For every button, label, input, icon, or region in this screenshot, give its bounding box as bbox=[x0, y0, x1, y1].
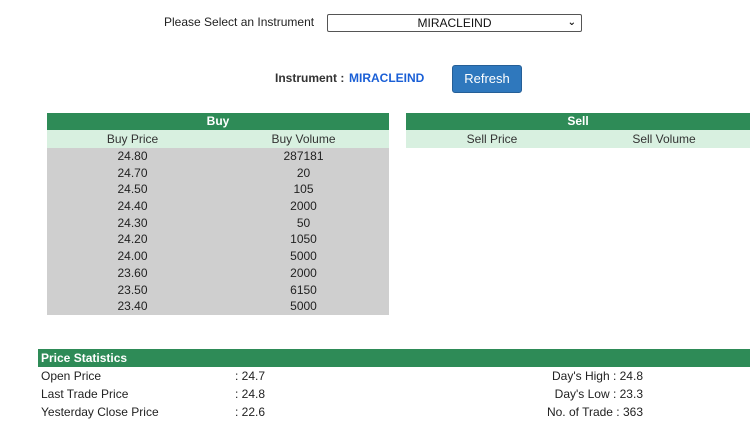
days-high: Day's High : 24.8 bbox=[551, 369, 643, 383]
buy-row: 24.30 50 bbox=[47, 215, 389, 232]
buy-volume-cell: 50 bbox=[296, 215, 311, 230]
buy-column-headers: Buy Price Buy Volume bbox=[47, 130, 389, 148]
buy-volume-cell: 2000 bbox=[290, 265, 317, 280]
stat-row: Yesterday Close Price : 22.6 No. of Trad… bbox=[38, 403, 750, 421]
price-statistics-title: Price Statistics bbox=[38, 349, 750, 367]
instrument-label: Instrument : bbox=[275, 71, 345, 85]
buy-row: 23.60 2000 bbox=[47, 265, 389, 282]
buy-row: 24.40 2000 bbox=[47, 198, 389, 215]
sell-volume-header: Sell Volume bbox=[632, 132, 696, 146]
instrument-name: MIRACLEIND bbox=[349, 71, 425, 85]
buy-price-cell: 24.40 bbox=[117, 199, 148, 214]
instrument-select-value: MIRACLEIND bbox=[417, 16, 492, 30]
last-trade-price-value: : 24.8 bbox=[235, 387, 266, 401]
buy-row: 24.70 20 bbox=[47, 165, 389, 182]
buy-rows: 24.80 287181 24.70 20 24.50 105 24.40 2000 24.30… bbox=[47, 148, 389, 315]
price-statistics: Price Statistics Open Price : 24.7 Day's… bbox=[38, 349, 750, 421]
instrument-select[interactable]: MIRACLEIND ⌄ bbox=[327, 14, 582, 32]
stat-row: Open Price : 24.7 Day's High : 24.8 bbox=[38, 367, 750, 385]
stat-row: Last Trade Price : 24.8 Day's Low : 23.3 bbox=[38, 385, 750, 403]
open-price-label: Open Price bbox=[41, 369, 102, 383]
no-of-trade: No. of Trade : 363 bbox=[546, 405, 643, 419]
last-trade-price-label: Last Trade Price bbox=[41, 387, 129, 401]
sell-column-headers: Sell Price Sell Volume bbox=[406, 130, 750, 148]
refresh-button[interactable]: Refresh bbox=[452, 65, 522, 93]
sell-order-book: Sell Sell Price Sell Volume bbox=[406, 113, 750, 148]
buy-volume-cell: 2000 bbox=[290, 199, 317, 214]
buy-price-header: Buy Price bbox=[106, 132, 159, 146]
buy-title: Buy bbox=[47, 113, 389, 130]
buy-row: 24.00 5000 bbox=[47, 248, 389, 265]
buy-volume-cell: 20 bbox=[296, 165, 311, 180]
instrument-info-row: Instrument : MIRACLEIND Refresh bbox=[0, 64, 750, 94]
buy-volume-cell: 287181 bbox=[283, 149, 324, 163]
buy-volume-cell: 5000 bbox=[290, 249, 317, 264]
sell-price-header: Sell Price bbox=[466, 132, 518, 146]
buy-price-cell: 24.80 bbox=[117, 149, 148, 163]
buy-row: 24.80 287181 bbox=[47, 148, 389, 165]
buy-volume-cell: 105 bbox=[293, 182, 314, 197]
open-price-value: : 24.7 bbox=[235, 369, 266, 383]
buy-order-book: Buy Buy Price Buy Volume 24.80 287181 24.7… bbox=[47, 113, 389, 315]
buy-price-cell: 24.50 bbox=[117, 182, 148, 197]
buy-row: 24.20 1050 bbox=[47, 231, 389, 248]
buy-volume-header: Buy Volume bbox=[271, 132, 336, 146]
buy-volume-cell: 1050 bbox=[290, 232, 317, 247]
instrument-selector-row: Please Select an Instrument MIRACLEIND ⌄ bbox=[0, 12, 750, 34]
yesterday-close-label: Yesterday Close Price bbox=[41, 405, 159, 419]
buy-price-cell: 23.40 bbox=[117, 299, 148, 314]
days-low: Day's Low : 23.3 bbox=[554, 387, 643, 401]
buy-row: 23.50 6150 bbox=[47, 282, 389, 299]
buy-row: 23.40 5000 bbox=[47, 298, 389, 315]
buy-price-cell: 23.50 bbox=[117, 282, 148, 297]
sell-title: Sell bbox=[406, 113, 750, 130]
yesterday-close-value: : 22.6 bbox=[235, 405, 266, 419]
buy-volume-cell: 6150 bbox=[290, 282, 317, 297]
chevron-down-icon: ⌄ bbox=[567, 17, 576, 28]
buy-price-cell: 23.60 bbox=[117, 265, 148, 280]
buy-volume-cell: 5000 bbox=[290, 299, 317, 314]
buy-price-cell: 24.70 bbox=[117, 165, 148, 180]
instrument-select-label: Please Select an Instrument bbox=[164, 15, 315, 29]
buy-price-cell: 24.20 bbox=[117, 232, 148, 247]
buy-price-cell: 24.30 bbox=[117, 215, 148, 230]
buy-row: 24.50 105 bbox=[47, 181, 389, 198]
buy-price-cell: 24.00 bbox=[117, 249, 148, 264]
